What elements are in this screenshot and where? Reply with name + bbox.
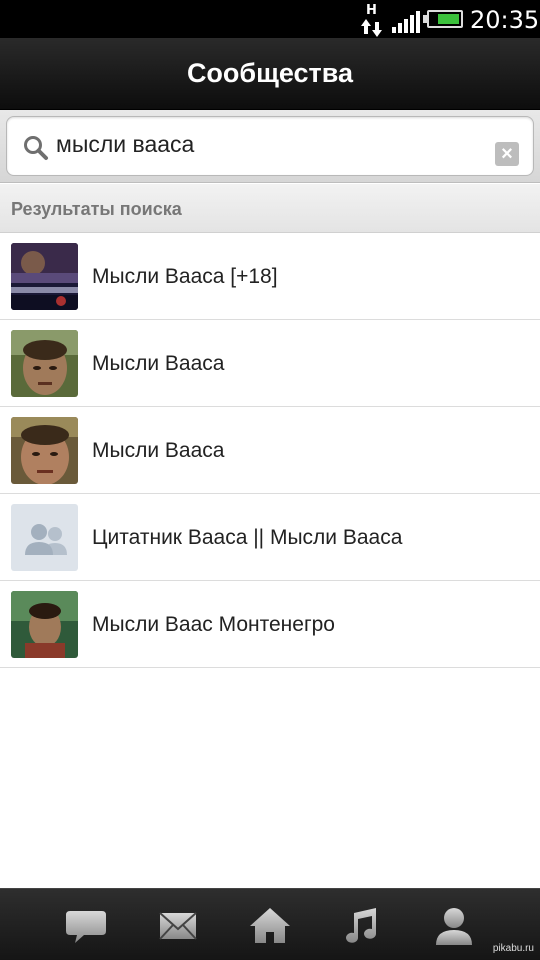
community-name: Мысли Вааса <box>92 439 225 462</box>
clock: 20:35 <box>470 6 540 34</box>
messages-icon[interactable] <box>64 903 108 947</box>
search-icon <box>24 136 48 160</box>
community-avatar <box>11 591 78 658</box>
community-avatar <box>11 243 78 310</box>
search-input[interactable]: мысли вааса × <box>6 116 534 176</box>
search-area: мысли вааса × <box>0 110 540 183</box>
results-list: Мысли Вааса [+18] Мысли Вааса Мысли Ваас… <box>0 233 540 668</box>
music-icon[interactable] <box>340 903 384 947</box>
list-item[interactable]: Мысли Вааса <box>0 320 540 407</box>
community-name: Цитатник Вааса || Мысли Вааса <box>92 526 403 549</box>
profile-icon[interactable] <box>432 903 476 947</box>
list-item[interactable]: Мысли Вааса [+18] <box>0 233 540 320</box>
watermark: pikabu.ru <box>492 943 534 954</box>
home-icon[interactable] <box>248 903 292 947</box>
clear-icon[interactable]: × <box>495 142 519 166</box>
header-bar: Сообщества <box>0 38 540 110</box>
page-title: Сообщества <box>186 58 354 88</box>
list-item[interactable]: Мысли Вааса <box>0 407 540 494</box>
bottom-nav: pikabu.ru <box>0 888 540 960</box>
list-item[interactable]: Мысли Ваас Монтенегро <box>0 581 540 668</box>
battery-icon <box>423 10 463 28</box>
battery-fill <box>438 14 459 24</box>
list-item[interactable]: Цитатник Вааса || Мысли Вааса <box>0 494 540 581</box>
signal-icon <box>392 11 420 33</box>
default-community-icon <box>11 504 78 571</box>
community-avatar <box>11 330 78 397</box>
community-avatar <box>11 417 78 484</box>
community-name: Мысли Вааса [+18] <box>92 265 278 288</box>
data-arrows-icon: H <box>360 3 384 37</box>
section-header: Результаты поиска <box>0 184 540 233</box>
community-name: Мысли Ваас Монтенегро <box>92 613 335 636</box>
section-label: Результаты поиска <box>11 199 182 219</box>
status-bar: H 20:35 <box>0 0 540 38</box>
search-value: мысли вааса <box>56 131 195 157</box>
mail-icon[interactable] <box>156 903 200 947</box>
community-name: Мысли Вааса <box>92 352 225 375</box>
